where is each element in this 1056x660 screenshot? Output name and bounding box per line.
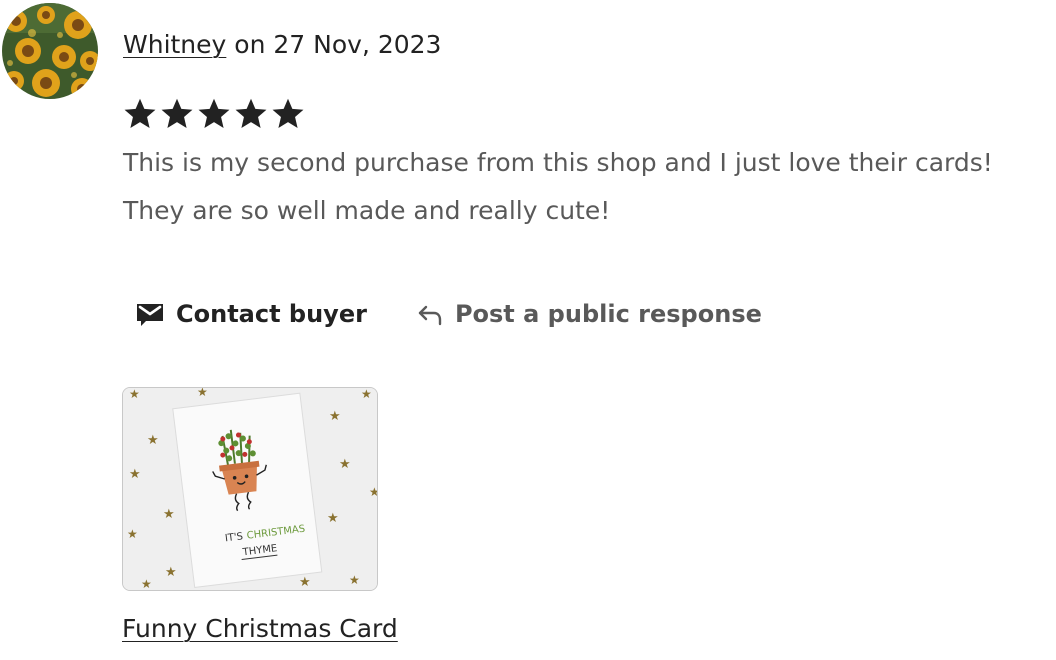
greeting-card: IT'S CHRISTMAS THYME [172, 392, 323, 589]
svg-text:★: ★ [127, 527, 138, 541]
svg-text:★: ★ [165, 565, 177, 580]
svg-text:★: ★ [197, 388, 208, 399]
star-icon [161, 98, 193, 128]
svg-text:★: ★ [141, 577, 152, 590]
svg-text:★: ★ [299, 575, 311, 590]
contact-buyer-label: Contact buyer [176, 300, 367, 328]
contact-buyer-button[interactable]: Contact buyer [134, 298, 367, 330]
post-public-response-label: Post a public response [454, 300, 762, 328]
svg-text:★: ★ [129, 467, 141, 482]
review-actions: Contact buyer Post a public response [134, 294, 762, 334]
star-rating [122, 96, 306, 132]
sunflower-photo [2, 3, 98, 99]
svg-text:★: ★ [349, 573, 360, 587]
review-date: 27 Nov, 2023 [273, 30, 442, 59]
review-text: This is my second purchase from this sho… [123, 148, 993, 225]
star-icon [124, 98, 156, 128]
review-item: Whitney on 27 Nov, 2023 This is my secon… [0, 0, 1056, 660]
post-public-response-button[interactable]: Post a public response [415, 299, 762, 329]
star-icon [198, 98, 230, 128]
svg-text:★: ★ [163, 507, 175, 522]
reviewer-avatar[interactable] [2, 3, 98, 99]
envelope-icon [134, 298, 166, 330]
svg-text:★: ★ [369, 485, 377, 499]
reply-arrow-icon [415, 299, 445, 329]
card-text-its: IT'S [224, 531, 243, 544]
date-prefix: on [226, 30, 274, 59]
reviewer-name-link[interactable]: Whitney [123, 30, 226, 59]
review-meta: Whitney on 27 Nov, 2023 [123, 28, 441, 62]
svg-text:★: ★ [129, 388, 140, 401]
product-thumbnail[interactable]: ★ ★ ★ ★ ★ ★ ★ ★ ★ ★ ★ ★ ★ ★ ★ [122, 387, 378, 591]
star-icon [272, 98, 304, 128]
svg-text:★: ★ [339, 457, 351, 472]
star-icon [235, 98, 267, 128]
svg-text:★: ★ [361, 388, 372, 401]
product-title-link[interactable]: Funny Christmas Card [122, 612, 398, 646]
svg-text:★: ★ [327, 511, 339, 526]
svg-text:★: ★ [329, 409, 341, 424]
svg-text:★: ★ [147, 433, 159, 448]
